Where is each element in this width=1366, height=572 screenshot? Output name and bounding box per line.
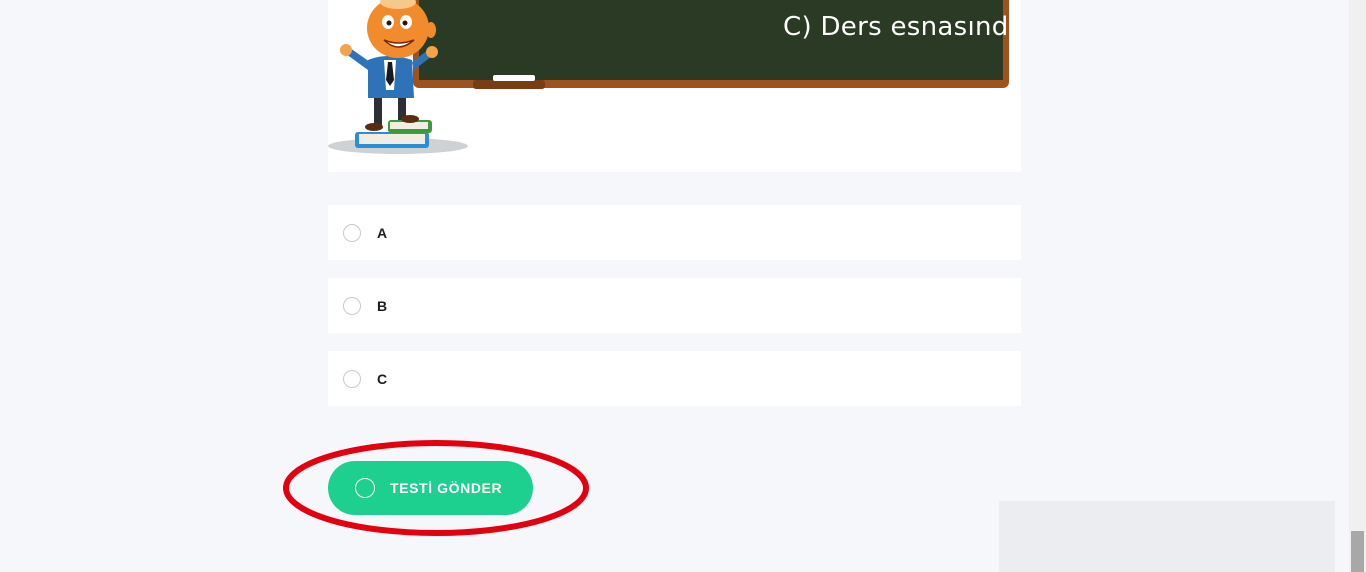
option-c[interactable]: C: [328, 351, 1021, 406]
page: C) Ders esnasında konuşmayalım. A B C TE…: [0, 0, 1366, 572]
chalk-tray: [473, 80, 545, 89]
submit-button-label: TESTİ GÖNDER: [390, 480, 503, 496]
option-a[interactable]: A: [328, 205, 1021, 260]
submit-test-button[interactable]: TESTİ GÖNDER: [328, 461, 533, 515]
option-label: B: [377, 297, 388, 314]
chalk: [493, 75, 535, 81]
option-label: A: [377, 224, 388, 241]
question-text: C) Ders esnasında konuşmayalım.: [783, 12, 1021, 42]
scrollbar-thumb[interactable]: [1351, 531, 1364, 572]
option-label: C: [377, 370, 388, 387]
question-image-card: C) Ders esnasında konuşmayalım.: [328, 0, 1021, 172]
bottom-right-panel: [999, 501, 1335, 572]
radio-icon[interactable]: [343, 296, 361, 315]
radio-icon[interactable]: [343, 369, 361, 388]
option-b[interactable]: B: [328, 278, 1021, 333]
circle-icon: [355, 478, 375, 498]
vertical-scrollbar[interactable]: [1349, 0, 1366, 572]
radio-icon[interactable]: [343, 223, 361, 242]
